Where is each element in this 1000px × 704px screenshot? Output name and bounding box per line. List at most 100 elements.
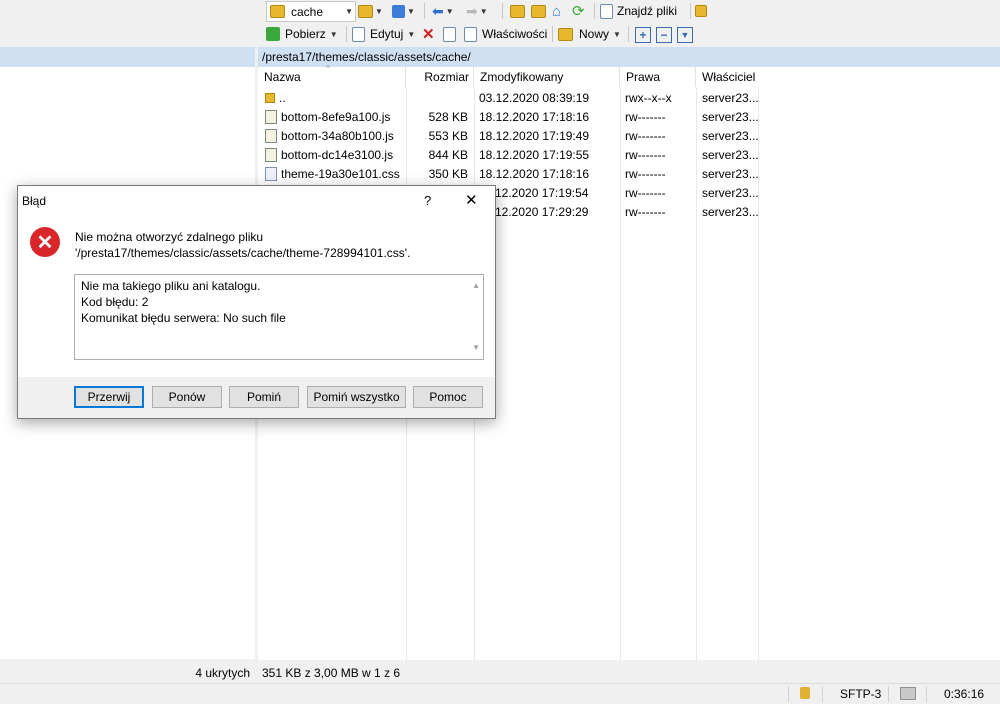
location-combo[interactable]: cache ▼ <box>266 1 356 22</box>
error-message-line1: Nie można otworzyć zdalnego pliku <box>75 230 264 244</box>
file-rights: rwx--x--x <box>625 90 672 105</box>
status-bar: SFTP-3 0:36:16 <box>0 683 1000 704</box>
terminal-icon <box>900 687 916 700</box>
file-owner: server23... <box>702 90 758 105</box>
file-row[interactable]: bottom-dc14e3100.js 844 KB 18.12.2020 17… <box>258 145 1000 164</box>
column-header-modified[interactable]: Zmodyfikowany <box>474 67 620 87</box>
file-rights: rw------- <box>625 185 666 200</box>
toolbar-separator <box>502 3 503 19</box>
file-modified: 03.12.2020 08:39:19 <box>479 90 590 105</box>
lock-icon <box>800 687 810 699</box>
toolbar-separator <box>424 3 425 19</box>
status-divider <box>822 686 823 702</box>
scroll-up-icon[interactable]: ▲ <box>472 278 480 294</box>
chevron-down-icon: ▼ <box>345 7 353 16</box>
file-size: 844 KB <box>428 147 468 162</box>
funnel-icon: ▼ <box>680 30 690 40</box>
forward-arrow-icon: ➡ <box>466 2 478 19</box>
column-header-name[interactable]: Nazwa ^ <box>258 64 406 87</box>
root-dir-button[interactable] <box>531 2 546 20</box>
error-details-box[interactable]: Nie ma takiego pliku ani katalogu. Kod b… <box>74 274 484 360</box>
find-files-button[interactable]: Znajdź pliki <box>600 2 677 20</box>
chevron-down-icon: ▼ <box>375 6 383 16</box>
file-modified: 12.2020 17:29:29 <box>495 204 589 219</box>
skip-all-button[interactable]: Pomiń wszystko <box>307 386 406 408</box>
left-toolbar-area <box>0 0 255 48</box>
select-button[interactable]: + <box>635 27 651 43</box>
file-owner: server23... <box>702 185 758 200</box>
edit-button[interactable]: Edytuj ▼ <box>352 25 415 43</box>
file-row[interactable]: theme-19a30e101.css 350 KB 18.12.2020 17… <box>258 164 1000 183</box>
folder-icon <box>270 5 285 18</box>
close-button[interactable]: ✕ <box>465 191 478 209</box>
delete-icon: ✕ <box>422 26 435 43</box>
abort-button[interactable]: Przerwij <box>74 386 144 408</box>
new-button[interactable]: Nowy ▼ <box>558 25 621 43</box>
status-divider <box>888 686 889 702</box>
chevron-down-icon: ▼ <box>407 6 415 16</box>
column-header-rights[interactable]: Prawa <box>620 67 696 87</box>
file-modified: 18.12.2020 17:19:49 <box>479 128 590 143</box>
download-label: Pobierz <box>285 27 326 41</box>
path-bar[interactable]: /presta17/themes/classic/assets/cache/ <box>258 47 1000 67</box>
filter-select-button[interactable]: ▼ <box>677 27 693 43</box>
retry-button[interactable]: Ponów <box>152 386 222 408</box>
toolbar-bottom: Pobierz ▼ Edytuj ▼ ✕ Właściwości Nowy ▼ + −… <box>258 23 1000 45</box>
file-rights: rw------- <box>625 128 666 143</box>
js-file-icon <box>265 109 277 124</box>
open-folder-button[interactable]: ▼ <box>358 2 383 20</box>
file-owner: server23... <box>702 166 758 181</box>
help-dialog-button[interactable]: Pomoc <box>413 386 483 408</box>
file-size <box>408 88 468 107</box>
download-icon <box>266 27 280 41</box>
filter-icon <box>392 4 405 18</box>
column-name-label: Nazwa <box>264 70 301 84</box>
file-name: .. <box>279 90 286 105</box>
properties-button[interactable]: Właściwości <box>464 25 547 43</box>
rename-button[interactable] <box>443 25 456 43</box>
location-label: cache <box>291 4 324 19</box>
rename-icon <box>443 26 456 42</box>
file-owner: server23... <box>702 109 758 124</box>
file-row[interactable]: bottom-34a80b100.js 553 KB 18.12.2020 17… <box>258 126 1000 145</box>
tree-toggle-button[interactable] <box>695 2 707 20</box>
error-icon: ✕ <box>30 227 60 257</box>
plus-icon: + <box>639 28 647 42</box>
open-folder-icon <box>358 4 373 18</box>
properties-icon <box>464 26 477 42</box>
home-button[interactable]: ⌂ <box>552 2 561 20</box>
skip-button[interactable]: Pomiń <box>229 386 299 408</box>
unselect-button[interactable]: − <box>656 27 672 43</box>
forward-button[interactable]: ➡ ▼ <box>466 2 488 20</box>
file-name: theme-19a30e101.css <box>281 166 400 181</box>
file-modified: 18.12.2020 17:18:16 <box>479 109 590 124</box>
file-row[interactable]: .. 03.12.2020 08:39:19 rwx--x--x server2… <box>258 88 1000 107</box>
refresh-button[interactable]: ⟳ <box>572 2 585 20</box>
download-button[interactable]: Pobierz ▼ <box>266 25 338 43</box>
file-modified: 18.12.2020 17:19:55 <box>479 147 590 162</box>
error-detail-line2: Kod błędu: 2 <box>81 295 149 309</box>
file-rights: rw------- <box>625 166 666 181</box>
filter-button[interactable]: ▼ <box>392 2 415 20</box>
tree-icon <box>695 5 707 17</box>
toolbar-separator <box>628 26 629 42</box>
dialog-button-row: Przerwij Ponów Pomiń Pomiń wszystko Pomo… <box>18 377 495 418</box>
toolbar-separator <box>346 26 347 42</box>
status-divider <box>926 686 927 702</box>
column-header-size[interactable]: Rozmiar <box>406 67 474 87</box>
help-button[interactable]: ? <box>424 193 431 208</box>
back-button[interactable]: ⬅ ▼ <box>432 2 454 20</box>
toolbar-separator <box>552 26 553 42</box>
delete-button[interactable]: ✕ <box>422 25 435 43</box>
protocol-label: SFTP-3 <box>840 687 882 701</box>
parent-dir-button[interactable] <box>510 2 525 20</box>
file-row[interactable]: bottom-8efe9a100.js 528 KB 18.12.2020 17… <box>258 107 1000 126</box>
home-icon: ⌂ <box>552 2 562 20</box>
column-header-owner[interactable]: Właściciel <box>696 67 758 87</box>
chevron-down-icon: ▼ <box>329 29 338 39</box>
js-file-icon <box>265 147 277 162</box>
scroll-down-icon[interactable]: ▼ <box>472 340 480 356</box>
dialog-titlebar[interactable]: Błąd ? ✕ <box>18 186 495 216</box>
refresh-icon: ⟳ <box>572 3 585 20</box>
css-file-icon <box>265 166 277 181</box>
